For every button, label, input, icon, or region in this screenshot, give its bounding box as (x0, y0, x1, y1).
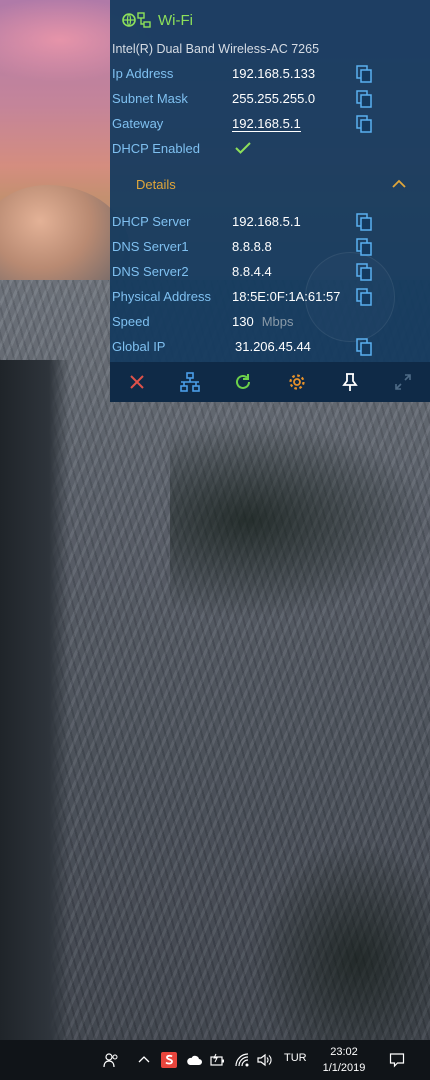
tray-battery[interactable] (207, 1040, 227, 1080)
speed-value-group: 130 Mbps (232, 314, 294, 329)
panel-header: Wi-Fi (122, 10, 193, 30)
speed-row: Speed 130 Mbps (112, 312, 430, 334)
action-center-button[interactable] (386, 1040, 408, 1080)
global-ip-value: 31.206.45.44 (235, 339, 311, 354)
chevron-up-icon[interactable] (392, 179, 406, 189)
tray-app-s[interactable] (158, 1040, 180, 1080)
volume-icon (257, 1053, 272, 1067)
adapter-name: Intel(R) Dual Band Wireless-AC 7265 (112, 42, 320, 56)
input-language[interactable]: TUR (284, 1052, 307, 1064)
speed-unit: Mbps (261, 314, 294, 329)
global-ip-row: Global IP 31.206.45.44 (112, 337, 430, 359)
dns-server1-label: DNS Server1 (112, 239, 189, 254)
settings-button[interactable] (270, 362, 323, 402)
wallpaper-trees-lower (250, 840, 430, 1040)
close-button[interactable] (110, 362, 163, 402)
physical-address-value: 18:5E:0F:1A:61:57 (232, 289, 341, 304)
physical-address-label: Physical Address (112, 289, 211, 304)
dhcp-server-label: DHCP Server (112, 214, 191, 229)
panel-title: Wi-Fi (158, 11, 193, 29)
subnet-mask-label: Subnet Mask (112, 91, 188, 106)
dhcp-server-value: 192.168.5.1 (232, 214, 301, 229)
wifi-icon (235, 1053, 249, 1067)
gateway-value[interactable]: 192.168.5.1 (232, 116, 301, 132)
panel-toolbar (110, 362, 430, 402)
copy-icon[interactable] (356, 338, 372, 356)
dns-server1-value: 8.8.8.8 (232, 239, 272, 254)
settings-icon (288, 374, 305, 390)
expand-icon (395, 374, 411, 390)
gateway-label: Gateway (112, 116, 164, 131)
gateway-row: Gateway 192.168.5.1 (112, 114, 430, 136)
notification-icon (389, 1053, 405, 1068)
close-icon (129, 375, 144, 389)
subnet-mask-row: Subnet Mask 255.255.255.0 (112, 89, 430, 111)
dns-server1-row: DNS Server1 8.8.8.8 (112, 237, 430, 259)
subnet-mask-value: 255.255.255.0 (232, 91, 316, 106)
checkmark-icon (235, 142, 251, 154)
physical-address-row: Physical Address 18:5E:0F:1A:61:57 (112, 287, 430, 309)
details-label: Details (136, 177, 176, 192)
clock-time: 23:02 (330, 1046, 358, 1058)
network-status-icon (122, 12, 151, 28)
details-toggle[interactable]: Details (136, 177, 406, 195)
copy-icon[interactable] (356, 288, 372, 306)
copy-icon[interactable] (356, 90, 372, 108)
network-icon (180, 372, 200, 392)
people-icon (103, 1053, 118, 1068)
speed-value: 130 (232, 314, 254, 329)
pin-button[interactable] (323, 362, 376, 402)
copy-icon[interactable] (356, 263, 372, 281)
wallpaper-shadow (0, 360, 70, 1040)
dns-server2-value: 8.8.4.4 (232, 264, 272, 279)
taskbar-clock[interactable]: 23:02 1/1/2019 (316, 1044, 372, 1076)
clock-date: 1/1/2019 (322, 1062, 366, 1074)
network-info-panel: Wi-Fi Intel(R) Dual Band Wireless-AC 726… (110, 0, 430, 402)
speed-label: Speed (112, 314, 150, 329)
wallpaper-trees (170, 420, 430, 620)
tray-volume[interactable] (254, 1040, 274, 1080)
copy-icon[interactable] (356, 115, 372, 133)
tray-onedrive[interactable] (184, 1040, 204, 1080)
refresh-button[interactable] (217, 362, 270, 402)
dhcp-server-row: DHCP Server 192.168.5.1 (112, 212, 430, 234)
copy-icon[interactable] (356, 238, 372, 256)
ip-address-label: Ip Address (112, 66, 174, 81)
pin-icon (342, 373, 358, 391)
people-button[interactable] (100, 1040, 122, 1080)
windows-taskbar: TUR 23:02 1/1/2019 (0, 1040, 430, 1080)
dns-server2-label: DNS Server2 (112, 264, 189, 279)
chevron-up-icon (138, 1056, 150, 1063)
expand-button[interactable] (376, 362, 429, 402)
refresh-icon (236, 374, 251, 389)
dns-server2-row: DNS Server2 8.8.4.4 (112, 262, 430, 284)
network-connections-button[interactable] (163, 362, 216, 402)
copy-icon[interactable] (356, 65, 372, 83)
copy-icon[interactable] (356, 213, 372, 231)
tray-network[interactable] (232, 1040, 252, 1080)
ip-address-value: 192.168.5.133 (232, 66, 316, 81)
global-ip-label: Global IP (112, 339, 166, 354)
app-s-icon (161, 1052, 177, 1068)
ip-address-row: Ip Address 192.168.5.133 (112, 64, 430, 86)
dhcp-enabled-label: DHCP Enabled (112, 141, 200, 156)
show-hidden-icons-button[interactable] (136, 1040, 152, 1080)
dhcp-enabled-row: DHCP Enabled (112, 139, 430, 161)
cloud-icon (187, 1055, 202, 1065)
battery-icon (210, 1053, 224, 1066)
